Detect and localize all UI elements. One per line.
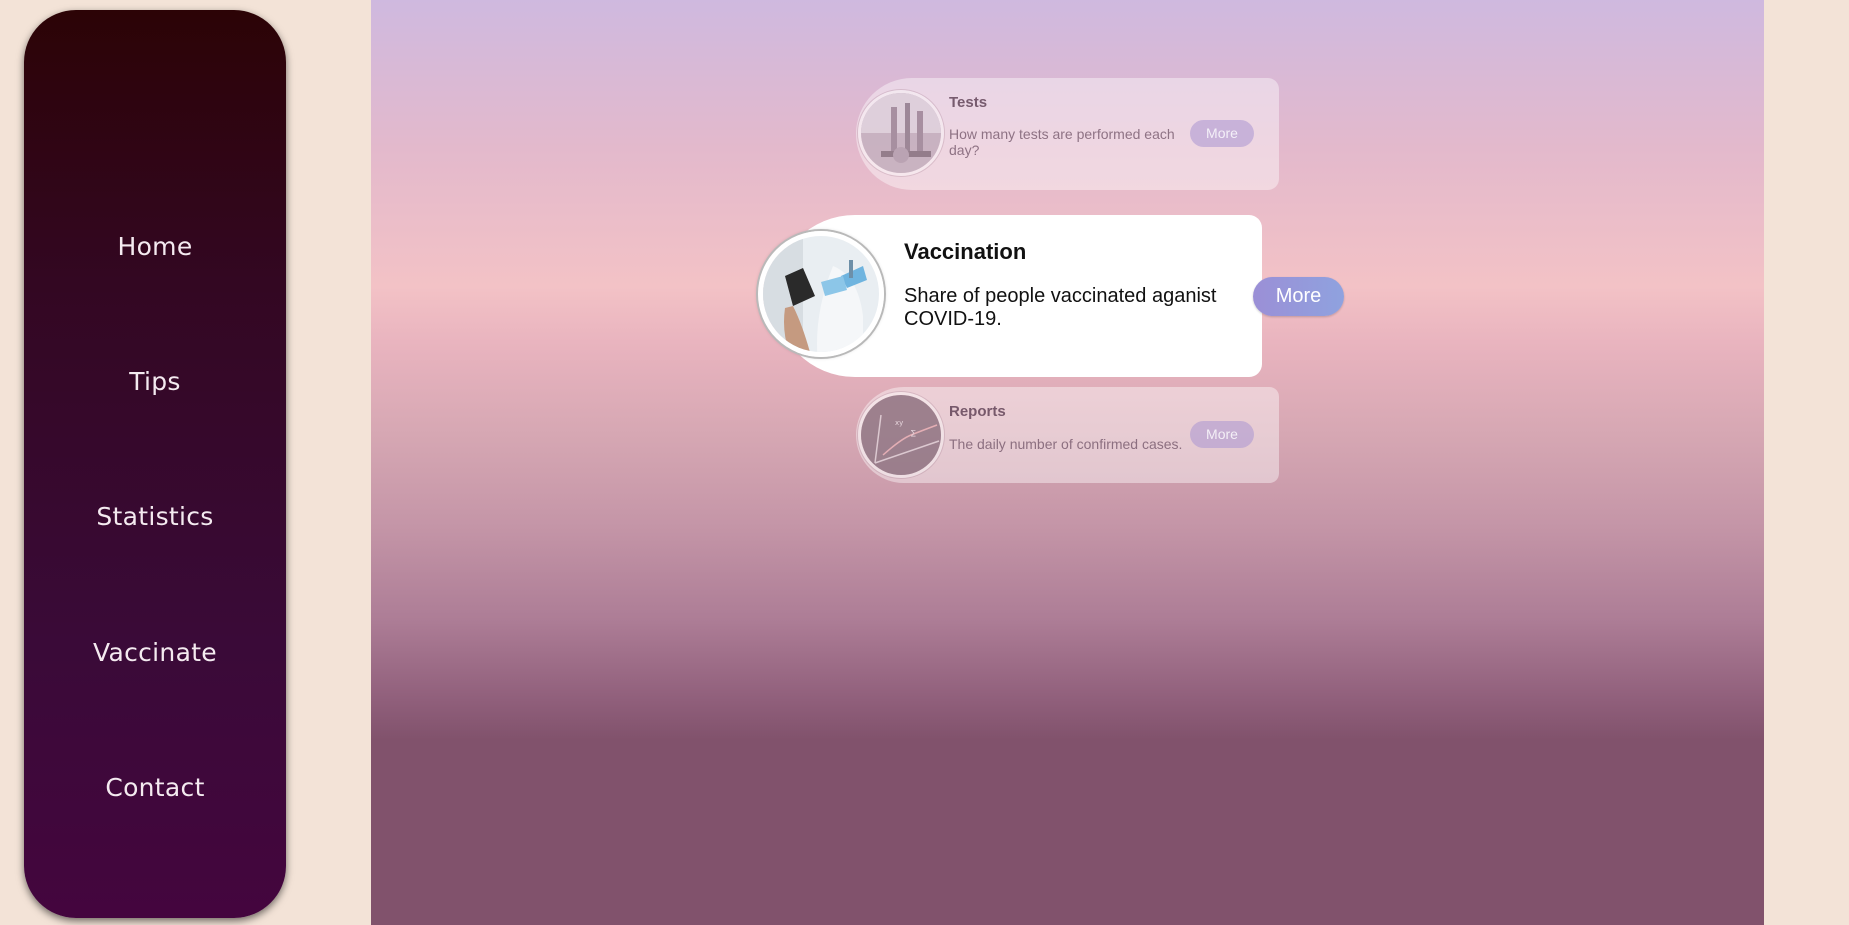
card-reports[interactable]: xy ∑ Reports The daily number of confirm…	[856, 387, 1279, 483]
reports-more-button[interactable]: More	[1190, 421, 1254, 448]
tests-image	[858, 90, 944, 176]
svg-text:xy: xy	[895, 419, 903, 427]
card-tests[interactable]: Tests How many tests are performed each …	[856, 78, 1279, 190]
nav-item-tips[interactable]: Tips	[24, 367, 286, 396]
tests-more-button[interactable]: More	[1190, 120, 1254, 147]
vaccination-title: Vaccination	[904, 239, 1027, 264]
tests-title: Tests	[949, 94, 988, 111]
nav-item-home[interactable]: Home	[24, 232, 286, 261]
vaccination-description: Share of people vaccinated aganist COVID…	[904, 285, 1217, 330]
tests-description: How many tests are performed each day?	[949, 126, 1175, 158]
nav-item-statistics[interactable]: Statistics	[24, 502, 286, 531]
reports-title: Reports	[949, 403, 1006, 420]
reports-image: xy ∑	[858, 392, 944, 478]
nav-item-vaccinate[interactable]: Vaccinate	[24, 638, 286, 667]
nav-item-contact[interactable]: Contact	[24, 773, 286, 802]
reports-description: The daily number of confirmed cases.	[949, 436, 1183, 452]
vaccination-more-button[interactable]: More	[1253, 277, 1344, 316]
vaccination-image	[758, 231, 884, 357]
card-vaccination[interactable]: Vaccination Share of people vaccinated a…	[758, 215, 1344, 377]
sidebar-nav: Home Tips Statistics Vaccinate Contact	[24, 10, 286, 918]
svg-text:∑: ∑	[911, 429, 916, 437]
main-panel: Tests How many tests are performed each …	[371, 0, 1764, 925]
